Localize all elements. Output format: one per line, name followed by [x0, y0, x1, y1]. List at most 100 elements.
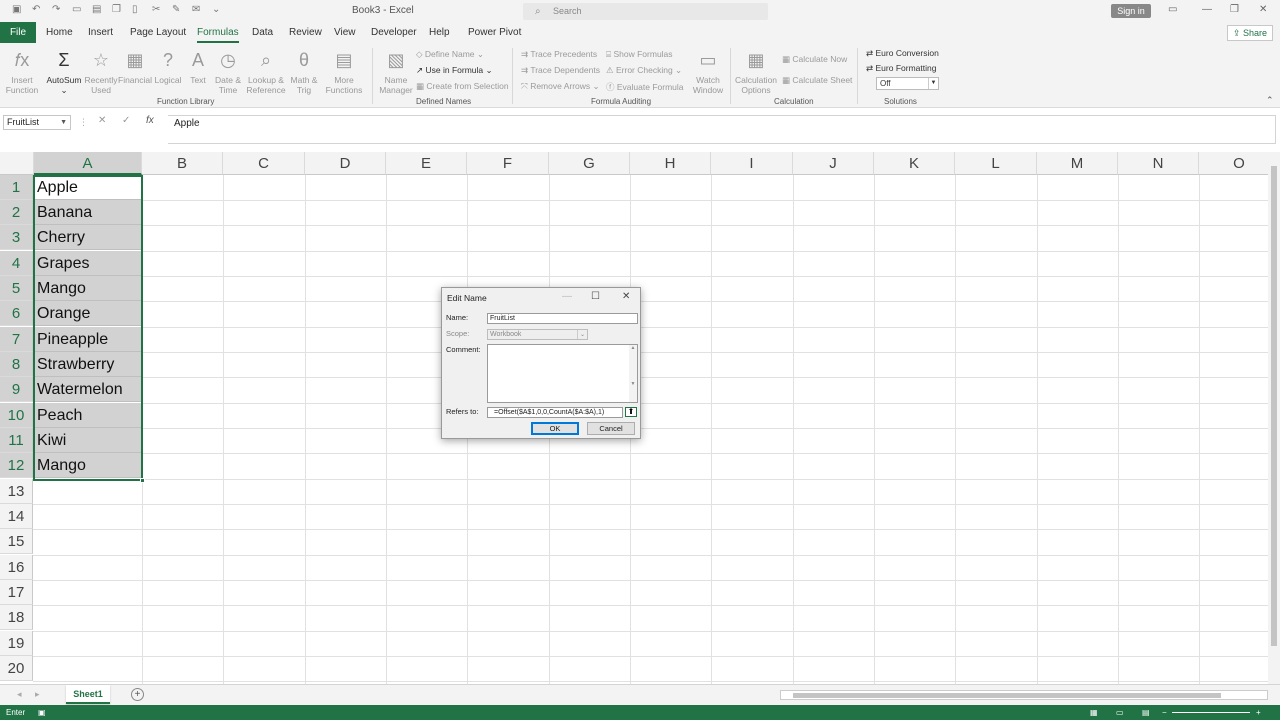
row-header[interactable]: 2 — [0, 200, 33, 225]
comment-field[interactable]: ▲ ▼ — [487, 344, 638, 403]
trace-precedents-button[interactable]: ⇉ Trace Precedents — [521, 49, 597, 60]
column-header[interactable]: K — [874, 152, 955, 175]
tab-home[interactable]: Home — [46, 27, 73, 38]
save-icon[interactable]: ▣ — [12, 4, 22, 16]
sign-in-button[interactable]: Sign in — [1111, 4, 1151, 18]
paste-icon[interactable]: ▤ — [92, 4, 102, 16]
calculate-now-button[interactable]: ▦ Calculate Now — [782, 54, 847, 65]
watch-window-button[interactable]: ▭ Watch Window — [690, 48, 726, 95]
row-header[interactable]: 18 — [0, 605, 33, 630]
zoom-slider[interactable] — [1172, 712, 1250, 713]
formula-input[interactable]: Apple — [168, 115, 1276, 144]
undo-icon[interactable]: ↶ — [32, 4, 42, 16]
lookup-reference-button[interactable]: ⌕ Lookup & Reference — [246, 48, 286, 95]
copy-icon[interactable]: ❐ — [112, 4, 122, 16]
use-in-formula-button[interactable]: ↗ Use in Formula ⌄ — [416, 65, 493, 76]
column-header[interactable]: B — [142, 152, 223, 175]
name-box[interactable]: FruitList ▼ — [3, 115, 71, 130]
column-header[interactable]: J — [793, 152, 874, 175]
tab-power-pivot[interactable]: Power Pivot — [468, 27, 521, 38]
column-header[interactable]: C — [223, 152, 305, 175]
cut-icon[interactable]: ✂ — [152, 4, 162, 16]
collapse-dialog-icon[interactable]: ⬆ — [625, 407, 637, 417]
enter-icon[interactable]: ✓ — [122, 115, 130, 126]
row-header[interactable]: 20 — [0, 656, 33, 681]
more-functions-button[interactable]: ▤ More Functions — [322, 48, 366, 95]
tab-help[interactable]: Help — [429, 27, 450, 38]
text-button[interactable]: A Text — [186, 48, 210, 85]
row-header[interactable]: 17 — [0, 580, 33, 605]
cell-a2[interactable]: Banana — [34, 200, 141, 225]
row-header[interactable]: 1 — [0, 175, 33, 200]
autosum-button[interactable]: Σ AutoSum ⌄ — [45, 48, 83, 95]
zoom-in-icon[interactable]: + — [1256, 705, 1261, 720]
tab-file[interactable]: File — [0, 22, 36, 43]
email-icon[interactable]: ✉ — [192, 4, 202, 16]
scrollbar-thumb[interactable] — [793, 693, 1221, 698]
collapse-ribbon-icon[interactable]: ⌃ — [1266, 95, 1274, 106]
cell-a7[interactable]: Pineapple — [34, 327, 141, 352]
close-icon[interactable]: ✕ — [1259, 4, 1267, 15]
open-icon[interactable]: ▭ — [72, 4, 82, 16]
page-break-view-icon[interactable]: ▤ — [1142, 705, 1150, 720]
tab-formulas[interactable]: Formulas — [197, 27, 239, 43]
macro-record-icon[interactable]: ▣ — [38, 705, 46, 720]
error-checking-button[interactable]: ⚠ Error Checking ⌄ — [606, 65, 682, 76]
row-header[interactable]: 8 — [0, 352, 33, 377]
horizontal-scrollbar[interactable] — [780, 690, 1268, 700]
zoom-out-icon[interactable]: − — [1162, 705, 1167, 720]
search-input[interactable]: ⌕ Search — [523, 3, 768, 20]
tab-review[interactable]: Review — [289, 27, 322, 38]
name-field[interactable]: FruitList — [487, 313, 638, 324]
trace-dependents-button[interactable]: ⇉ Trace Dependents — [521, 65, 600, 76]
cell-a5[interactable]: Mango — [34, 276, 141, 301]
cell-a3[interactable]: Cherry — [34, 225, 141, 250]
customize-qat-icon[interactable]: ⌄ — [212, 4, 222, 16]
row-header[interactable]: 13 — [0, 479, 33, 504]
row-header[interactable]: 3 — [0, 225, 33, 250]
create-from-selection-button[interactable]: ▦ Create from Selection — [416, 81, 509, 92]
tab-view[interactable]: View — [334, 27, 356, 38]
fill-handle[interactable] — [140, 478, 145, 483]
ok-button[interactable]: OK — [531, 422, 579, 435]
recently-used-button[interactable]: ☆ Recently Used — [84, 48, 118, 95]
column-header[interactable]: L — [955, 152, 1037, 175]
cell-a9[interactable]: Watermelon — [34, 377, 141, 402]
financial-button[interactable]: ▦ Financial — [118, 48, 152, 85]
ribbon-display-icon[interactable]: ▭ — [1168, 4, 1177, 15]
scroll-left-icon[interactable]: ◂ — [17, 689, 22, 700]
restore-icon[interactable]: ❐ — [1230, 4, 1239, 15]
column-header[interactable]: D — [305, 152, 386, 175]
name-manager-button[interactable]: ▧ Name Manager — [378, 48, 414, 95]
column-header[interactable]: H — [630, 152, 711, 175]
vertical-scrollbar[interactable] — [1268, 152, 1280, 684]
column-header[interactable]: G — [549, 152, 630, 175]
insert-function-button[interactable]: 𝑓x Insert Function — [4, 48, 40, 95]
select-all-corner[interactable] — [0, 152, 34, 175]
math-trig-button[interactable]: θ Math & Trig — [288, 48, 320, 95]
cell-a12[interactable]: Mango — [34, 453, 141, 478]
minimize-icon[interactable]: — — [1202, 4, 1212, 15]
row-header[interactable]: 7 — [0, 327, 33, 352]
cell-a8[interactable]: Strawberry — [34, 352, 141, 377]
normal-view-icon[interactable]: ▦ — [1090, 705, 1098, 720]
calculation-options-button[interactable]: ▦ Calculation Options — [734, 48, 778, 95]
column-header[interactable]: A — [34, 152, 142, 175]
row-header[interactable]: 19 — [0, 631, 33, 656]
format-painter-icon[interactable]: ✎ — [172, 4, 182, 16]
new-icon[interactable]: ▯ — [132, 4, 142, 16]
column-header[interactable]: F — [467, 152, 549, 175]
maximize-icon[interactable]: ☐ — [591, 291, 600, 302]
scrollbar-thumb[interactable] — [1271, 166, 1277, 646]
logical-button[interactable]: ? Logical — [152, 48, 184, 85]
row-header[interactable]: 11 — [0, 428, 33, 453]
row-header[interactable]: 5 — [0, 276, 33, 301]
cancel-button[interactable]: Cancel — [587, 422, 635, 435]
fx-icon[interactable]: fx — [146, 115, 154, 126]
cancel-icon[interactable]: ✕ — [98, 115, 106, 126]
row-header[interactable]: 9 — [0, 377, 33, 402]
row-header[interactable]: 4 — [0, 251, 33, 276]
cell-a11[interactable]: Kiwi — [34, 428, 141, 453]
sheet-tab-sheet1[interactable]: Sheet1 — [66, 685, 110, 704]
refers-to-field[interactable]: =Offset($A$1,0,0,CountA($A:$A),1) — [487, 407, 623, 418]
